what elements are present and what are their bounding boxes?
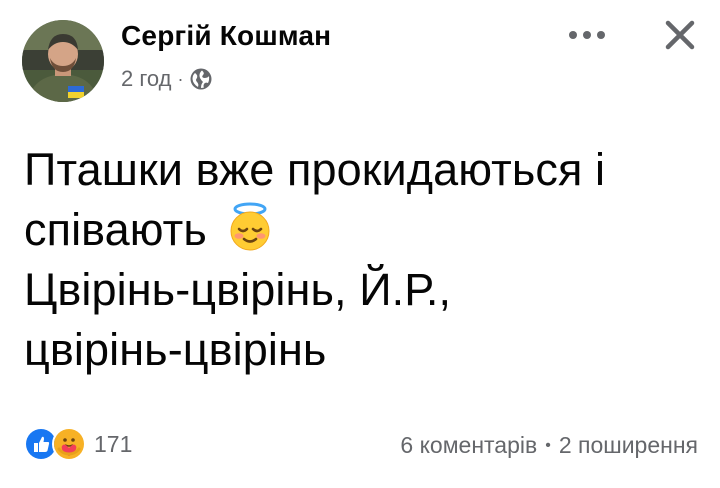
more-options-button[interactable]: [562, 20, 612, 50]
comments-count-link[interactable]: 6 коментарів: [400, 432, 537, 459]
post-meta: 2 год ·: [121, 64, 213, 94]
smiling-face-with-halo-icon: [224, 201, 276, 253]
engagement-stats: 6 коментарів • 2 поширення: [400, 432, 698, 459]
post-text-segment: співають: [24, 204, 207, 255]
post-text-line-with-emoji: співають: [24, 200, 704, 260]
author-avatar[interactable]: [22, 20, 104, 102]
post-text-line: Цвірінь-цвірінь, Й.Р.,: [24, 264, 452, 315]
meta-separator: ·: [177, 68, 184, 89]
post-header: Сергій Кошман 2 год ·: [0, 0, 720, 110]
globe-icon[interactable]: [189, 67, 213, 91]
shares-count-link[interactable]: 2 поширення: [559, 432, 698, 459]
engagement-separator: •: [545, 436, 551, 454]
reactions-summary[interactable]: 171: [24, 426, 132, 462]
post-footer: 171 6 коментарів • 2 поширення: [0, 420, 720, 470]
post-text-line: Пташки вже прокидаються і: [24, 144, 606, 195]
more-dots-icon: [569, 31, 605, 39]
close-button[interactable]: [655, 13, 705, 57]
post-timestamp[interactable]: 2 год: [121, 66, 171, 92]
close-icon: [665, 20, 695, 50]
reaction-count: 171: [94, 430, 133, 457]
author-name[interactable]: Сергій Кошман: [121, 20, 331, 52]
post-text-line: цвірінь-цвірінь: [24, 324, 327, 375]
avatar-image: [22, 20, 104, 102]
care-reaction-icon: [52, 427, 86, 461]
post-text: Пташки вже прокидаються і співають Цвірі…: [24, 140, 704, 380]
